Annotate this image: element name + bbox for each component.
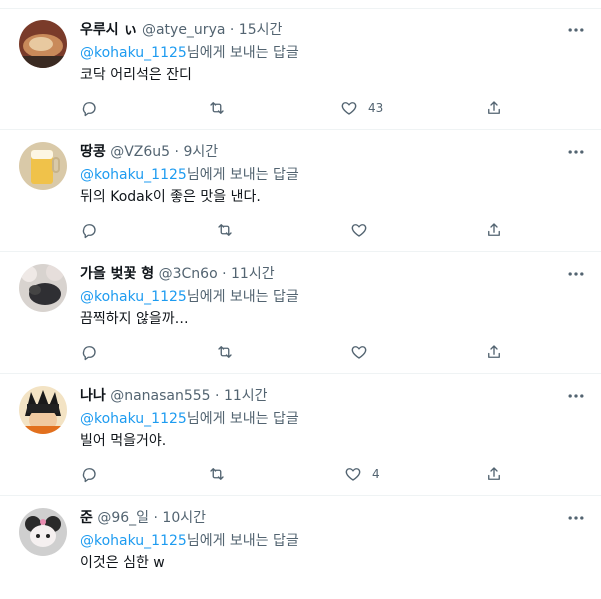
like-button[interactable] [350, 342, 378, 362]
like-button[interactable] [350, 220, 378, 240]
retweet-button[interactable] [208, 98, 226, 118]
mention-link[interactable]: @kohaku_1125 [80, 289, 187, 305]
user-handle[interactable]: @96_일 [97, 510, 149, 526]
replying-to: @kohaku_1125님에게 보내는 답글 [80, 165, 299, 185]
like-button[interactable]: 4 [344, 464, 380, 484]
mention-link[interactable]: @kohaku_1125 [80, 45, 187, 61]
timestamp[interactable]: 10시간 [162, 510, 206, 526]
more-horizontal-icon[interactable] [564, 264, 588, 284]
tweet-1[interactable]: 우루시 ぃ @atye_urya · 15시간 @kohaku_1125님에게 … [0, 8, 601, 130]
reply-button[interactable] [80, 464, 98, 484]
timestamp[interactable]: 15시간 [239, 22, 283, 38]
retweet-icon [216, 221, 234, 239]
retweet-icon [208, 99, 226, 117]
avatar[interactable] [19, 142, 67, 190]
user-handle[interactable]: @VZ6u5 [110, 144, 170, 160]
like-count: 4 [372, 467, 380, 481]
display-name[interactable]: 나나 [80, 388, 106, 404]
reply-icon [80, 343, 98, 361]
replying-to: @kohaku_1125님에게 보내는 답글 [80, 43, 299, 63]
tweet-3[interactable]: 가을 벚꽃 형 @3Cn6o · 11시간 @kohaku_1125님에게 보내… [0, 252, 601, 374]
reply-icon [80, 221, 98, 239]
tweet-4[interactable]: 나나 @nanasan555 · 11시간 @kohaku_1125님에게 보내… [0, 374, 601, 496]
replying-to-label: 님에게 보내는 답글 [186, 167, 299, 183]
share-button[interactable] [485, 464, 503, 484]
timestamp[interactable]: 11시간 [231, 266, 275, 282]
tweet-header: 준 @96_일 · 10시간 [80, 508, 206, 528]
reply-button[interactable] [80, 98, 98, 118]
tweet-2[interactable]: 땅콩 @VZ6u5 · 9시간 @kohaku_1125님에게 보내는 답글 뒤… [0, 130, 601, 252]
avatar[interactable] [19, 264, 67, 312]
display-name[interactable]: 가을 벚꽃 형 [80, 266, 154, 282]
replying-to: @kohaku_1125님에게 보내는 답글 [80, 409, 299, 429]
reply-icon [80, 465, 98, 483]
heart-icon [350, 221, 368, 239]
share-icon [485, 343, 503, 361]
like-button[interactable]: 43 [340, 98, 383, 118]
display-name[interactable]: 준 [80, 510, 93, 526]
tweet-header: 나나 @nanasan555 · 11시간 [80, 386, 268, 406]
replying-to-label: 님에게 보내는 답글 [186, 45, 299, 61]
replying-to-label: 님에게 보내는 답글 [186, 533, 299, 549]
timestamp[interactable]: 11시간 [224, 388, 268, 404]
reply-button[interactable] [80, 342, 98, 362]
tweet-header: 가을 벚꽃 형 @3Cn6o · 11시간 [80, 264, 275, 284]
avatar[interactable] [19, 508, 67, 556]
heart-icon [340, 99, 358, 117]
mention-link[interactable]: @kohaku_1125 [80, 533, 187, 549]
retweet-icon [208, 465, 226, 483]
heart-icon [344, 465, 362, 483]
display-name[interactable]: 땅콩 [80, 144, 106, 160]
user-handle[interactable]: @3Cn6o [159, 266, 218, 282]
mention-link[interactable]: @kohaku_1125 [80, 411, 187, 427]
tweet-text: 끔찍하지 않을까… [80, 311, 189, 327]
replying-to-label: 님에게 보내는 답글 [186, 411, 299, 427]
share-icon [485, 99, 503, 117]
separator-dot: · [174, 144, 179, 160]
tweet-header: 땅콩 @VZ6u5 · 9시간 [80, 142, 218, 162]
display-name[interactable]: 우루시 ぃ [80, 22, 138, 38]
separator-dot: · [222, 266, 227, 282]
more-horizontal-icon[interactable] [564, 508, 588, 528]
user-handle[interactable]: @nanasan555 [110, 388, 210, 404]
share-icon [485, 221, 503, 239]
avatar[interactable] [19, 386, 67, 434]
retweet-button[interactable] [216, 220, 234, 240]
tweet-text: 빌어 먹을거야. [80, 433, 167, 449]
separator-dot: · [229, 22, 235, 38]
mention-link[interactable]: @kohaku_1125 [80, 167, 187, 183]
reply-icon [80, 99, 98, 117]
replying-to: @kohaku_1125님에게 보내는 답글 [80, 287, 299, 307]
like-count: 43 [368, 101, 384, 115]
share-button[interactable] [485, 342, 503, 362]
timestamp[interactable]: 9시간 [183, 144, 218, 160]
separator-dot: · [153, 510, 158, 526]
more-horizontal-icon[interactable] [564, 142, 588, 162]
share-button[interactable] [485, 98, 503, 118]
user-handle[interactable]: @atye_urya [142, 22, 225, 38]
replying-to-label: 님에게 보내는 답글 [186, 289, 299, 305]
share-icon [485, 465, 503, 483]
avatar[interactable] [19, 20, 67, 68]
retweet-icon [216, 343, 234, 361]
retweet-button[interactable] [216, 342, 234, 362]
replying-to: @kohaku_1125님에게 보내는 답글 [80, 531, 299, 551]
tweet-5[interactable]: 준 @96_일 · 10시간 @kohaku_1125님에게 보내는 답글 이것… [0, 496, 601, 599]
tweet-text: 코닥 어리석은 잔디 [80, 67, 192, 83]
share-button[interactable] [485, 220, 503, 240]
heart-icon [350, 343, 368, 361]
more-horizontal-icon[interactable] [564, 386, 588, 406]
separator-dot: · [215, 388, 220, 404]
reply-button[interactable] [80, 220, 98, 240]
more-horizontal-icon[interactable] [564, 20, 588, 40]
tweet-text: 이것은 심한 w [80, 555, 165, 571]
tweet-header: 우루시 ぃ @atye_urya · 15시간 [80, 20, 282, 40]
tweet-text: 뒤의 Kodak이 좋은 맛을 낸다. [80, 189, 261, 205]
retweet-button[interactable] [208, 464, 226, 484]
